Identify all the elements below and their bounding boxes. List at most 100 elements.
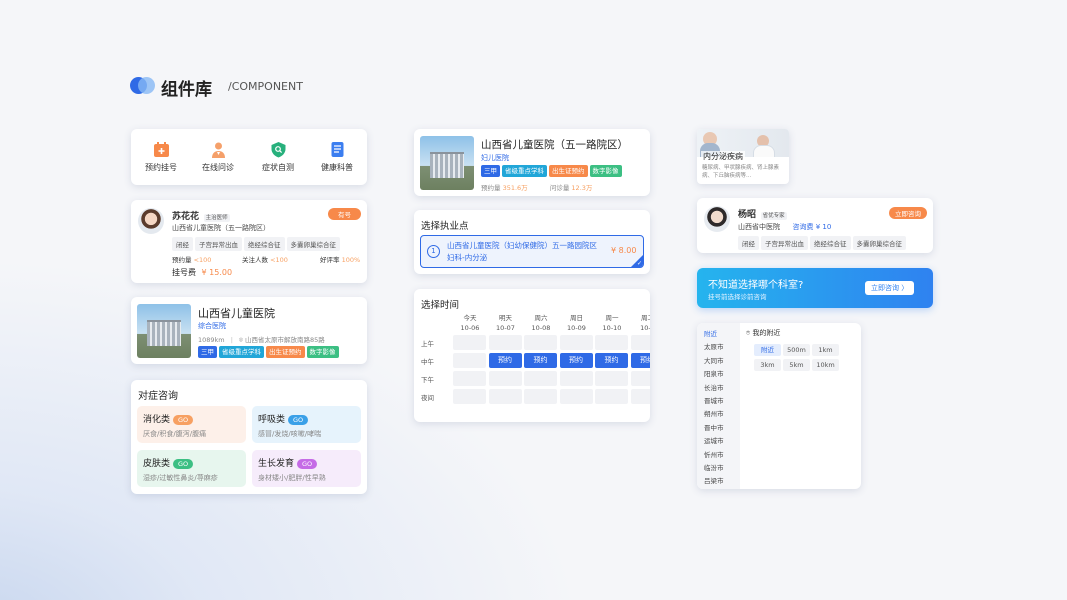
location-icon: ⌾ <box>746 329 751 337</box>
hospital-name: 山西省儿童医院 <box>198 307 275 320</box>
consult-desc: 厌食/积食/腹泻/腹痛 <box>143 430 207 438</box>
city-item[interactable]: 运城市 <box>704 435 724 445</box>
quick-menu-label: 在线问诊 <box>202 163 234 172</box>
option-price: ¥ 8.00 <box>611 246 637 255</box>
city-item[interactable]: 临汾市 <box>704 462 724 472</box>
consult-tile-digestive[interactable]: 消化类 GO 厌食/积食/腹泻/腹痛 <box>137 406 246 443</box>
book-slot-button[interactable]: 预约 <box>630 353 650 368</box>
schedule-empty-slot <box>488 335 522 350</box>
quick-menu-item-science[interactable]: 健康科普 <box>313 141 361 173</box>
symptom-consult-card: 对症咨询 消化类 GO 厌食/积食/腹泻/腹痛 呼吸类 GO 感冒/发烧/咳嗽/哮喘… <box>131 380 367 494</box>
schedule-empty-slot <box>524 371 557 386</box>
distance-option[interactable]: 10km <box>812 359 839 371</box>
hospital-tag: 三甲 <box>198 346 217 358</box>
hospital-card-large[interactable]: 山西省儿童医院（五一路院区） 妇儿医院 三甲 省级重点学科 出生证预约 数字影像 预约… <box>414 129 650 196</box>
schedule-empty-slot <box>559 335 593 350</box>
location-icon: ⌾ <box>239 336 243 344</box>
schedule-period-label: 上午 <box>421 340 434 348</box>
schedule-period-label: 夜间 <box>421 394 434 402</box>
hospital-tag: 省级重点学科 <box>502 165 547 177</box>
consult-now-button[interactable]: 立即咨询 <box>889 207 927 219</box>
doctor-title-badge: 省优专家 <box>760 212 787 220</box>
disease-tag: 绝经综合征 <box>244 237 285 251</box>
consult-tile-respiratory[interactable]: 呼吸类 GO 感冒/发烧/咳嗽/哮喘 <box>252 406 361 443</box>
schedule-empty-slot <box>488 389 522 404</box>
banner-consult-button[interactable]: 立即咨询 〉 <box>865 281 915 295</box>
schedule-empty-slot <box>630 335 650 350</box>
stat-label: 好评率 <box>320 256 340 264</box>
quick-menu-label: 健康科普 <box>321 163 353 172</box>
tag-list: 三甲 省级重点学科 出生证预约 数字影像 <box>198 346 341 358</box>
city-item[interactable]: 晋中市 <box>704 422 724 432</box>
consult-name: 消化类 <box>143 415 171 425</box>
city-item[interactable]: 长治市 <box>704 382 724 392</box>
quick-menu-item-selftest[interactable]: 症状自测 <box>254 141 302 173</box>
schedule-empty-slot <box>524 389 557 404</box>
city-item[interactable]: 忻州市 <box>704 449 724 459</box>
doctor-card[interactable]: 杨昭 省优专家 山西省中医院 咨询费 ¥ 10 立即咨询 闭经 子宫异常出血 绝经综… <box>697 198 933 253</box>
consult-tile-skin[interactable]: 皮肤类 GO 湿疹/过敏性鼻炎/荨麻疹 <box>137 450 246 487</box>
city-item[interactable]: 阳泉市 <box>704 368 724 378</box>
department-desc: 糖尿病、甲状腺疾病、肾上腺素病、下丘脑疾病等... <box>702 165 780 179</box>
schedule-empty-slot <box>488 371 522 386</box>
doctor-name: 杨昭 <box>738 210 757 220</box>
schedule-empty-slot <box>453 335 486 350</box>
consult-name: 皮肤类 <box>143 459 171 469</box>
go-badge: GO <box>288 414 309 425</box>
section-title: 选择执业点 <box>421 221 469 232</box>
disease-tag: 子宫异常出血 <box>195 237 242 251</box>
schedule-empty-slot <box>595 389 628 404</box>
stat-label: 问诊量 <box>549 184 570 192</box>
fee-label: 咨询费 <box>792 223 814 231</box>
city-item[interactable]: 朔州市 <box>704 408 724 418</box>
city-item[interactable]: 吕梁市 <box>704 475 724 485</box>
distance-option[interactable]: 5km <box>783 359 810 371</box>
hospital-tag: 数字影像 <box>589 165 622 177</box>
doctor-hospital: 山西省中医院 <box>738 223 780 231</box>
hospital-tag: 省级重点学科 <box>219 346 264 358</box>
doctor-name: 苏花花 <box>172 212 200 222</box>
disease-tag: 子宫异常出血 <box>761 236 808 250</box>
schedule-empty-slot <box>559 389 593 404</box>
city-item[interactable]: 附近 <box>704 328 717 338</box>
distance-option[interactable]: 附近 <box>754 344 781 356</box>
book-slot-button[interactable]: 预约 <box>524 353 557 368</box>
hospital-type: 妇儿医院 <box>481 154 509 162</box>
city-list: 附近太原市大同市阳泉市长治市晋城市朔州市晋中市运城市忻州市临汾市吕梁市 <box>697 323 740 489</box>
schedule-empty-slot <box>453 353 486 368</box>
distance-option[interactable]: 500m <box>783 344 810 356</box>
city-item[interactable]: 太原市 <box>704 341 724 351</box>
book-slot-button[interactable]: 预约 <box>559 353 593 368</box>
practice-option-selected[interactable]: 1 山西省儿童医院（妇幼保健院）五一路园院区 妇科-内分泌 ¥ 8.00 ✓ <box>420 235 644 268</box>
distance-option[interactable]: 3km <box>754 359 781 371</box>
shield-icon <box>271 142 285 158</box>
book-slot-button[interactable]: 预约 <box>595 353 628 368</box>
schedule-day-header: 周二10-1 <box>640 314 650 332</box>
stat-value: <100 <box>193 256 212 264</box>
option-text: 山西省儿童医院（妇幼保健院）五一路园院区 妇科-内分泌 <box>447 241 597 262</box>
hospital-card[interactable]: 山西省儿童医院 综合医院 1089km | ⌾ 山西省太原市解放南路85路 三甲… <box>131 297 367 364</box>
disease-tag: 多囊卵巢综合征 <box>852 236 906 250</box>
stat-label: 关注人数 <box>242 256 268 264</box>
consult-tile-growth[interactable]: 生长发育 GO 身材矮小/肥胖/性早熟 <box>252 450 361 487</box>
consult-desc: 湿疹/过敏性鼻炎/荨麻疹 <box>143 474 218 482</box>
hospital-tag: 出生证预约 <box>549 165 588 177</box>
department-guide-banner[interactable]: 不知道选择哪个科室? 挂号前选择诊前咨询 立即咨询 〉 <box>697 268 933 308</box>
quick-menu-item-online[interactable]: 在线问诊 <box>194 141 242 173</box>
department-card[interactable]: 内分泌疾病 糖尿病、甲状腺疾病、肾上腺素病、下丘脑疾病等... <box>697 129 789 184</box>
doctor-card[interactable]: 苏花花 主治医师 山西省儿童医院（五一路院区） 有号 闭经 子宫异常出血 绝经综合征… <box>131 200 367 283</box>
city-item[interactable]: 大同市 <box>704 355 724 365</box>
book-slot-button[interactable]: 预约 <box>488 353 522 368</box>
schedule-empty-slot <box>559 371 593 386</box>
city-item[interactable]: 晋城市 <box>704 395 724 405</box>
go-badge: GO <box>173 458 194 469</box>
distance-option[interactable]: 1km <box>812 344 839 356</box>
calendar-plus-icon <box>153 142 169 157</box>
schedule-day-header: 周六 10-08 <box>531 314 551 332</box>
tag-list: 三甲 省级重点学科 出生证预约 数字影像 <box>481 165 624 177</box>
go-badge: GO <box>173 414 194 425</box>
tag-list: 闭经 子宫异常出血 绝经综合征 多囊卵巢综合征 <box>172 237 342 251</box>
nearby-title: 我的附近 <box>752 329 781 337</box>
quick-menu-item-appointment[interactable]: 预约挂号 <box>137 141 185 173</box>
stat-label: 预约量 <box>172 256 192 264</box>
